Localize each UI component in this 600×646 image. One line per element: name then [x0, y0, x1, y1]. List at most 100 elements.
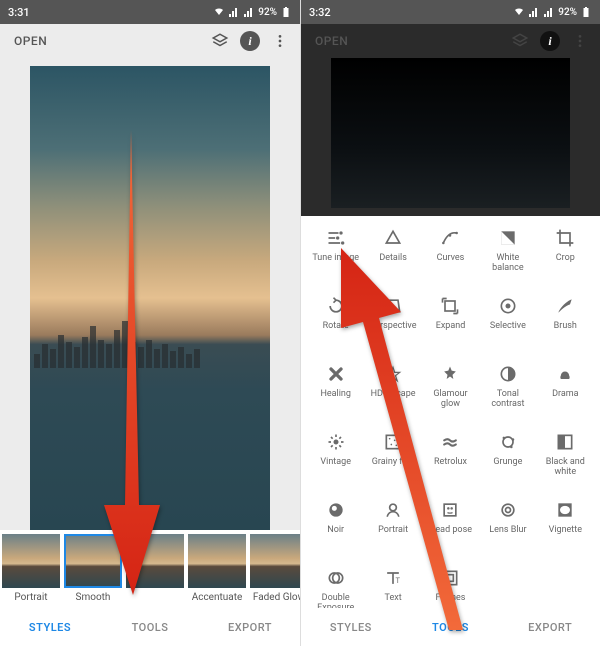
tab-styles[interactable]: STYLES	[0, 621, 100, 634]
tool-portrait[interactable]: Portrait	[364, 498, 421, 556]
frames-icon	[438, 566, 462, 590]
styles-strip[interactable]: PortraitSmoothAccentuateFaded GlowM	[0, 530, 300, 608]
tool-rotate[interactable]: Rotate	[307, 294, 364, 352]
overflow-menu-icon[interactable]	[568, 29, 592, 53]
screen-right: 3:32 92% OPEN i Tune imageDetailsCurvesW…	[300, 0, 600, 646]
tool-label: Portrait	[378, 526, 408, 536]
tool-lensblur[interactable]: Lens Blur	[479, 498, 536, 556]
brush-icon	[553, 294, 577, 318]
tool-label: Crop	[556, 254, 575, 264]
tool-label: Brush	[554, 322, 577, 332]
open-button[interactable]: OPEN	[315, 34, 348, 48]
tool-double[interactable]: Double Exposure	[307, 566, 364, 608]
tool-noir[interactable]: Noir	[307, 498, 364, 556]
portrait-icon	[381, 498, 405, 522]
tool-selective[interactable]: Selective	[479, 294, 536, 352]
tool-brush[interactable]: Brush	[537, 294, 594, 352]
tool-label: Noir	[327, 526, 344, 536]
signal-icon	[528, 6, 540, 18]
app-toolbar: OPEN i	[301, 24, 600, 58]
tool-label: Expand	[436, 322, 466, 332]
tool-label: Vintage	[320, 458, 351, 468]
tool-label: Perspective	[370, 322, 417, 332]
vintage-icon	[324, 430, 348, 454]
tool-tonal[interactable]: Tonal contrast	[479, 362, 536, 420]
status-time: 3:31	[8, 6, 213, 19]
image-canvas-area	[0, 58, 300, 530]
image-canvas[interactable]	[30, 66, 270, 530]
bottom-tabs: STYLES TOOLS EXPORT	[0, 608, 300, 646]
tool-label: Lens Blur	[489, 526, 526, 536]
tool-frames[interactable]: Frames	[422, 566, 479, 608]
style-thumb-label: Smooth	[76, 592, 111, 603]
tool-details[interactable]: Details	[364, 226, 421, 284]
tool-label: Frames	[436, 594, 466, 604]
info-icon[interactable]: i	[538, 29, 562, 53]
wb-icon	[496, 226, 520, 250]
tool-grid: Tune image Details Curves White balance Crop…	[307, 226, 594, 608]
status-bar: 3:31 92%	[0, 0, 300, 24]
tools-panel: Tune image Details Curves White balance Crop…	[301, 216, 600, 608]
tool-vintage[interactable]: Vintage	[307, 430, 364, 488]
tool-hdr[interactable]: HDR Scape	[364, 362, 421, 420]
crop-icon	[553, 226, 577, 250]
tool-label: Grunge	[493, 458, 522, 468]
perspective-icon	[381, 294, 405, 318]
battery-percent: 92%	[258, 7, 277, 18]
tool-tune[interactable]: Tune image	[307, 226, 364, 284]
tool-vignette[interactable]: Vignette	[537, 498, 594, 556]
double-icon	[324, 566, 348, 590]
bw-icon	[553, 430, 577, 454]
tool-grain[interactable]: Grainy film	[364, 430, 421, 488]
tab-styles[interactable]: STYLES	[301, 621, 401, 634]
tool-expand[interactable]: Expand	[422, 294, 479, 352]
tab-tools[interactable]: TOOLS	[100, 621, 200, 634]
tool-bw[interactable]: Black and white	[537, 430, 594, 488]
image-canvas	[331, 58, 570, 208]
style-thumb-label: Faded Glow	[253, 592, 305, 603]
tool-retrolux[interactable]: Retrolux	[422, 430, 479, 488]
stack-icon[interactable]	[508, 29, 532, 53]
glow-icon	[438, 362, 462, 386]
overflow-menu-icon[interactable]	[268, 29, 292, 53]
expand-icon	[438, 294, 462, 318]
tool-crop[interactable]: Crop	[537, 226, 594, 284]
tool-healing[interactable]: Healing	[307, 362, 364, 420]
style-thumb-image	[64, 534, 122, 588]
tool-label: Curves	[437, 254, 465, 264]
tool-label: Vignette	[549, 526, 582, 536]
style-thumb[interactable]: Smooth	[64, 534, 122, 604]
tool-label: Head pose	[429, 526, 472, 536]
tool-perspective[interactable]: Perspective	[364, 294, 421, 352]
battery-percent: 92%	[558, 7, 577, 18]
style-thumb[interactable]: Accentuate	[188, 534, 246, 604]
info-icon[interactable]: i	[238, 29, 262, 53]
tool-label: Grainy film	[372, 458, 415, 468]
tool-text[interactable]: Text	[364, 566, 421, 608]
style-thumb[interactable]: Portrait	[2, 534, 60, 604]
tab-tools[interactable]: TOOLS	[401, 621, 501, 634]
tool-glow[interactable]: Glamour glow	[422, 362, 479, 420]
status-icons: 92%	[513, 6, 592, 18]
tool-label: Details	[379, 254, 407, 264]
tool-grunge[interactable]: Grunge	[479, 430, 536, 488]
lensblur-icon	[496, 498, 520, 522]
tune-icon	[324, 226, 348, 250]
tonal-icon	[496, 362, 520, 386]
stack-icon[interactable]	[208, 29, 232, 53]
drama-icon	[553, 362, 577, 386]
style-thumb-label: Portrait	[14, 592, 47, 603]
style-thumb-image	[188, 534, 246, 588]
tool-curves[interactable]: Curves	[422, 226, 479, 284]
grunge-icon	[496, 430, 520, 454]
tool-wb[interactable]: White balance	[479, 226, 536, 284]
tool-headpose[interactable]: Head pose	[422, 498, 479, 556]
tool-label: Glamour glow	[423, 390, 477, 410]
style-thumb[interactable]	[126, 534, 184, 604]
signal-icon-2	[243, 6, 255, 18]
open-button[interactable]: OPEN	[14, 34, 47, 48]
tab-export[interactable]: EXPORT	[200, 621, 300, 634]
tab-export[interactable]: EXPORT	[500, 621, 600, 634]
tool-drama[interactable]: Drama	[537, 362, 594, 420]
battery-icon	[580, 6, 592, 18]
